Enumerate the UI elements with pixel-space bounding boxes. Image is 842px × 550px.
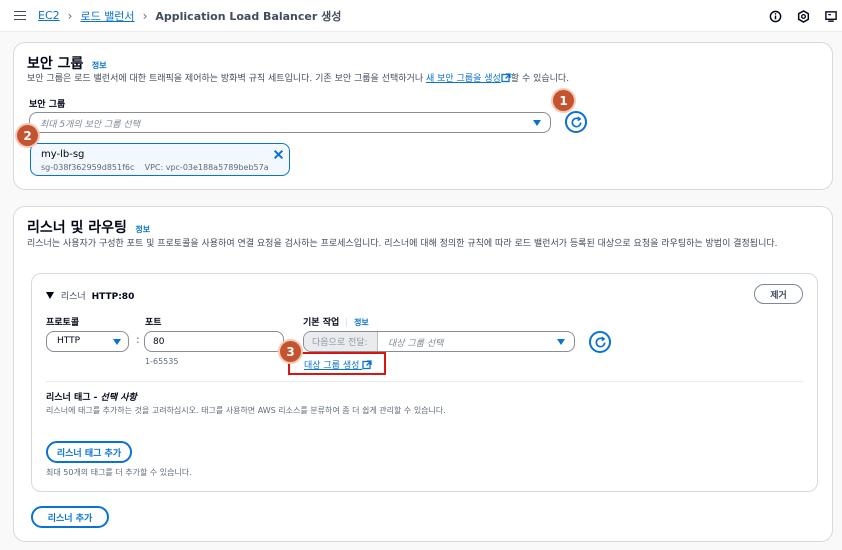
token-details: sg-038f362959d851f6c VPC: vpc-03e188a578…	[41, 163, 269, 172]
refresh-security-groups-button[interactable]	[565, 111, 587, 133]
info-circle-icon[interactable]	[768, 9, 782, 23]
tag-limit-hint: 최대 50개의 태그를 더 추가할 수 있습니다.	[46, 468, 192, 477]
target-group-placeholder: 대상 그룹 선택	[388, 339, 444, 349]
divider	[46, 381, 803, 382]
listeners-panel: 리스너 및 라우팅 정보 리스너는 사용자가 구성한 포트 및 프로토콜을 사용…	[13, 206, 833, 542]
port-label: 포트	[145, 318, 162, 328]
refresh-icon	[595, 336, 606, 348]
protocol-value: HTTP	[57, 336, 81, 346]
port-hint: 1-65535	[145, 357, 179, 366]
port-input[interactable]: 80	[144, 331, 284, 352]
listener-tags-description: 리스너에 태그를 추가하는 것을 고려하십시오. 태그를 사용하면 AWS 리소…	[46, 406, 446, 415]
create-security-group-link[interactable]: 새 보안 그룹을 생성	[426, 74, 501, 84]
listeners-title: 리스너 및 라우팅	[27, 220, 127, 236]
step-badge-3: 3	[280, 341, 301, 362]
security-group-select[interactable]: 최대 5개의 보안 그룹 선택	[29, 112, 551, 133]
default-action-heading: 기본 작업 | 정보	[303, 318, 369, 328]
caret-down-icon	[113, 339, 121, 345]
breadcrumb-ec2[interactable]: EC2	[38, 9, 60, 22]
colon-separator: :	[136, 333, 140, 346]
breadcrumb-current: Application Load Balancer 생성	[155, 9, 342, 23]
listener-tags-title: 리스너 태그 - 선택 사항	[46, 393, 137, 403]
create-target-group-link[interactable]: 대상 그룹 생성	[304, 358, 372, 371]
chevron-right-icon: ›	[67, 8, 73, 23]
security-group-description: 보안 그룹은 로드 밸런서에 대한 트래픽을 제어하는 방화벽 규칙 세트입니다…	[27, 73, 570, 84]
protocol-select[interactable]: HTTP	[46, 331, 129, 352]
top-navigation: EC2 › 로드 밸런서 › Application Load Balancer…	[0, 0, 842, 32]
external-link-icon	[501, 73, 511, 83]
menu-icon[interactable]	[14, 10, 26, 21]
listeners-info-link[interactable]: 정보	[135, 225, 150, 234]
chevron-right-icon: ›	[142, 8, 148, 23]
breadcrumb-load-balancers[interactable]: 로드 밸런서	[80, 8, 134, 24]
settings-icon[interactable]	[796, 9, 810, 23]
protocol-label: 프로토콜	[46, 318, 80, 328]
listener-header[interactable]: 리스너 HTTP:80	[46, 289, 134, 302]
listeners-description: 리스너는 사용자가 구성한 포트 및 프로토콜을 사용하여 연결 요청을 검사하…	[27, 239, 778, 249]
external-link-icon	[362, 360, 372, 370]
refresh-icon	[571, 116, 582, 128]
security-group-info-link[interactable]: 정보	[92, 61, 107, 70]
token-name: my-lb-sg	[41, 149, 85, 160]
default-action-info-link[interactable]: 정보	[354, 318, 369, 327]
selected-security-group-token: my-lb-sg sg-038f362959d851f6c VPC: vpc-0…	[30, 143, 290, 176]
refresh-target-groups-button[interactable]	[589, 331, 611, 353]
security-group-title: 보안 그룹	[27, 56, 84, 72]
remove-listener-button[interactable]: 제거	[754, 284, 803, 304]
default-action-select[interactable]: 다음으로 전달: 대상 그룹 선택	[303, 331, 575, 352]
add-listener-tag-button[interactable]: 리스너 태그 추가	[46, 441, 132, 463]
security-group-field-label: 보안 그룹	[29, 100, 66, 110]
expand-triangle-icon	[46, 292, 54, 299]
forward-to-label: 다음으로 전달:	[304, 332, 378, 351]
listener-card: 리스너 HTTP:80 제거 프로토콜 HTTP : 포트 80 1-65535…	[31, 273, 818, 492]
caret-down-icon	[557, 339, 565, 345]
add-listener-button[interactable]: 리스너 추가	[31, 506, 109, 528]
step-badge-2: 2	[17, 125, 38, 146]
notifications-icon[interactable]	[824, 9, 838, 23]
security-group-panel: 보안 그룹 정보 보안 그룹은 로드 밸런서에 대한 트래픽을 제어하는 방화벽…	[13, 42, 833, 190]
caret-down-icon	[533, 120, 541, 126]
security-group-select-placeholder: 최대 5개의 보안 그룹 선택	[40, 120, 140, 130]
step-badge-1: 1	[553, 90, 574, 111]
close-icon[interactable]	[273, 149, 284, 163]
